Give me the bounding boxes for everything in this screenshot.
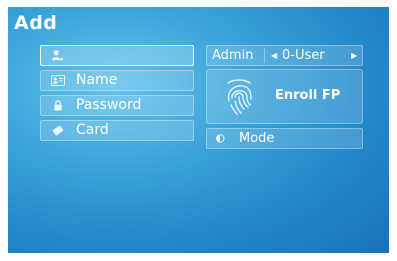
card-label: Card (76, 122, 109, 138)
prev-role-arrow-icon[interactable]: ◀ (271, 46, 277, 65)
role-value: 0-User (282, 48, 325, 63)
mode-button[interactable]: Mode (206, 128, 363, 149)
card-icon (52, 125, 64, 136)
password-field[interactable]: Password (40, 95, 194, 116)
mode-label: Mode (239, 131, 275, 146)
user-role-selector[interactable]: Admin ◀ 0-User ▶ (206, 45, 363, 66)
password-label: Password (76, 97, 142, 113)
user-icon (52, 50, 64, 61)
name-label: Name (76, 72, 118, 88)
id-card-icon (51, 75, 65, 86)
next-role-arrow-icon[interactable]: ▶ (351, 46, 357, 65)
half-circle-icon (216, 134, 225, 143)
page-title: Add (14, 12, 58, 34)
enroll-fp-label: Enroll FP (275, 88, 341, 103)
enroll-fp-button[interactable]: Enroll FP (206, 69, 363, 124)
user-id-field[interactable] (40, 45, 194, 66)
role-divider (264, 48, 265, 63)
add-user-screen: Add Name Password Card Admin ◀ 0-User ▶ … (8, 7, 389, 253)
lock-icon (54, 100, 62, 111)
name-field[interactable]: Name (40, 70, 194, 91)
card-field[interactable]: Card (40, 120, 194, 141)
role-label: Admin (212, 48, 254, 63)
fingerprint-icon (227, 79, 252, 115)
